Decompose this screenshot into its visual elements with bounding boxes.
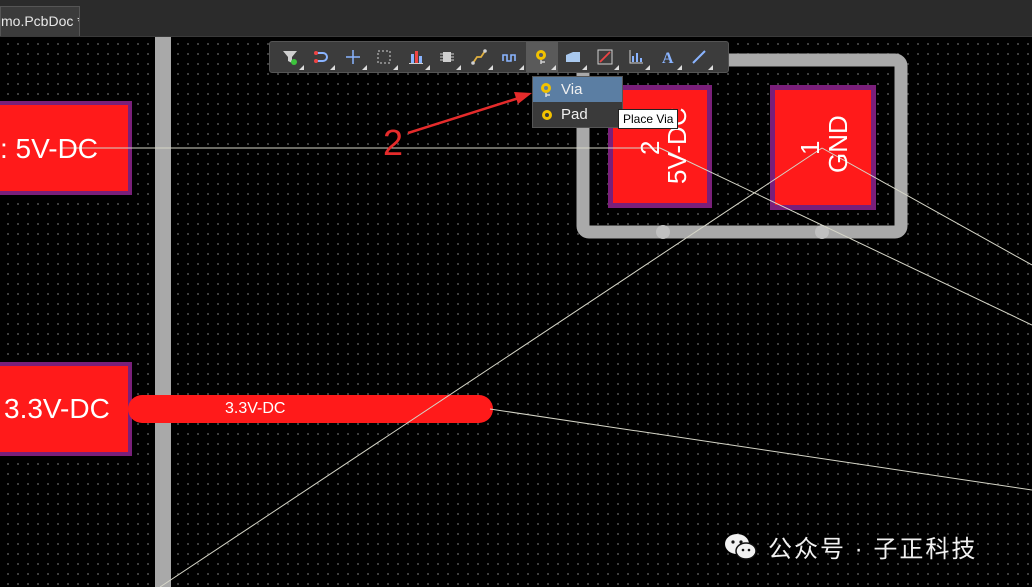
annotation-arrow (407, 92, 532, 135)
crosshair-tool-button[interactable] (337, 42, 369, 72)
pad-label-5v-dc: : 5V-DC (0, 133, 99, 164)
route-icon (314, 51, 329, 63)
component-tool-button[interactable] (432, 42, 464, 72)
route-tool-button[interactable] (306, 42, 338, 72)
select-tool-button[interactable] (369, 42, 401, 72)
text-tool-button[interactable]: A (652, 42, 684, 72)
board-edge (155, 37, 171, 587)
menu-item-via[interactable]: Via (533, 77, 622, 102)
dimension-tool-button[interactable] (589, 42, 621, 72)
place-via-icon (535, 50, 546, 64)
menu-item-via-label: Via (561, 81, 583, 98)
dimension-icon (597, 49, 613, 65)
crosshair-icon (345, 50, 360, 64)
line-icon (692, 50, 706, 64)
place-via-tooltip: Place Via (618, 109, 679, 129)
align-icon (408, 51, 423, 64)
place-via-tool-button[interactable] (526, 42, 558, 72)
watermark-text: 公众号 · 子正科技 (768, 536, 978, 563)
via-icon (533, 82, 561, 98)
polygon-tool-button[interactable] (558, 42, 590, 72)
filter-icon (282, 51, 297, 65)
pcb-graphics (0, 37, 1032, 587)
active-bar-toolbar: A (269, 41, 729, 73)
align-tool-button[interactable] (400, 42, 432, 72)
pad1-number: 1 (795, 140, 825, 155)
interactive-route-tool-button[interactable] (463, 42, 495, 72)
via-pad-dropdown: Via Pad (532, 76, 623, 128)
annotation-step-number: 2 (383, 122, 404, 163)
line-tool-button[interactable] (684, 42, 716, 72)
length-tune-tool-button[interactable] (495, 42, 527, 72)
pad-icon (533, 107, 561, 123)
svg-text:A: A (662, 50, 674, 65)
filter-tool-button[interactable] (274, 42, 306, 72)
pad2-number: 2 (635, 140, 665, 155)
trace-3v3[interactable] (128, 395, 493, 423)
interactive-route-icon (470, 49, 487, 65)
pad-label-3v3-dc: 3.3V-DC (4, 393, 110, 424)
wechat-icon (724, 532, 758, 562)
graph-tool-button[interactable] (621, 42, 653, 72)
pad1-net: GND (823, 115, 853, 173)
trace-label-3v3: 3.3V-DC (225, 400, 286, 417)
watermark: 公众号 · 子正科技 (724, 529, 977, 564)
length-tune-icon (502, 54, 517, 62)
menu-item-pad-label: Pad (561, 106, 588, 123)
graph-icon (629, 50, 644, 64)
document-tab-title: mo.PcbDoc * (1, 13, 80, 29)
document-tab[interactable]: mo.PcbDoc * (0, 6, 80, 36)
menu-item-pad[interactable]: Pad (533, 102, 622, 127)
ratsnest-lines (60, 147, 1032, 587)
document-tab-bar: mo.PcbDoc * (0, 0, 1032, 37)
select-rect-icon (377, 50, 391, 64)
text-icon: A (662, 50, 674, 65)
polygon-icon (566, 52, 581, 62)
component-icon (440, 52, 455, 62)
pcb-canvas[interactable]: : 5V-DC 3.3V-DC 3.3V-DC 2 5V-DC 1 GND 2 (0, 37, 1032, 587)
